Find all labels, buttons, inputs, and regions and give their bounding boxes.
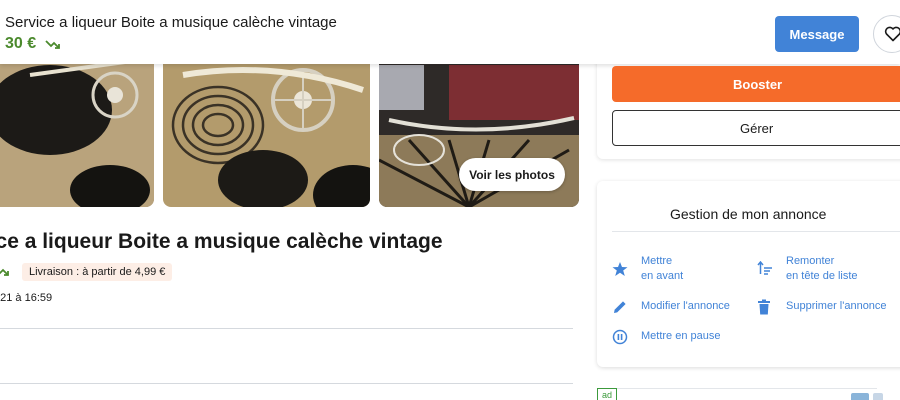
edit-ad-label: Modifier l'annonce (641, 300, 730, 312)
ad-close-icon[interactable] (873, 393, 883, 400)
pause-ad-label: Mettre en pause (641, 330, 721, 342)
sticky-ad-title: Service a liqueur Boite a musique calèch… (5, 14, 337, 31)
feature-ad-label: Mettre en avant (641, 254, 683, 284)
delivery-badge: Livraison : à partir de 4,99 € (22, 263, 173, 281)
boost-button[interactable]: Booster (612, 66, 900, 102)
trending-down-icon (44, 40, 60, 49)
delete-ad-label: Supprimer l'annonce (786, 300, 887, 312)
favorite-button[interactable] (873, 15, 900, 53)
message-button[interactable]: Message (775, 16, 859, 52)
trending-down-icon (0, 268, 9, 276)
pause-circle-icon (612, 329, 628, 345)
sticky-price: 30 € (5, 35, 61, 53)
ad-tag: ad (597, 388, 617, 400)
sticky-header: Service a liqueur Boite a musique calèch… (0, 0, 900, 64)
star-icon (612, 262, 628, 276)
see-photos-button[interactable]: Voir les photos (459, 158, 565, 191)
feature-ad-label-line1: Mettre (641, 255, 673, 267)
ad-date: 021 à 16:59 (0, 292, 53, 304)
divider (612, 231, 900, 232)
bump-ad-label: Remonter en tête de liste (786, 254, 858, 284)
sticky-price-value: 30 € (5, 35, 37, 52)
bump-ad-label-line2: en tête de liste (786, 270, 858, 282)
sort-to-top-icon (757, 261, 772, 275)
pencil-icon (614, 301, 626, 313)
feature-ad-label-line2: en avant (641, 270, 684, 282)
advertisement-slot (597, 388, 877, 400)
divider (0, 328, 573, 329)
ad-title: vice a liqueur Boite a musique calèche v… (0, 230, 443, 253)
ad-choices-icon[interactable] (851, 393, 869, 400)
divider (0, 383, 573, 384)
trash-icon (758, 299, 770, 315)
bump-ad-label-line1: Remonter (786, 255, 835, 267)
ad-management-title: Gestion de mon annonce (670, 206, 827, 222)
heart-icon (884, 26, 900, 42)
manage-button[interactable]: Gérer (612, 110, 900, 146)
